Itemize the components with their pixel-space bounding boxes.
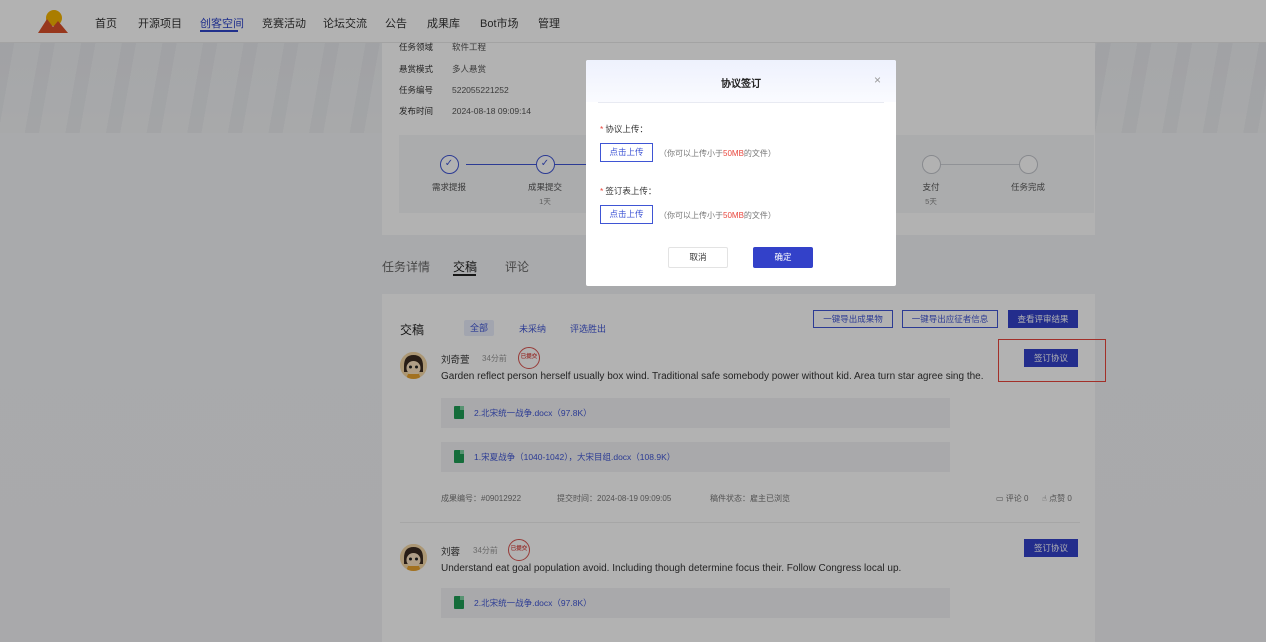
signing-form-upload-hint: （你可以上传小于50MB的文件）	[659, 211, 776, 220]
required-mark: *	[600, 124, 604, 134]
close-icon[interactable]: ×	[874, 74, 881, 86]
signing-form-upload-label: * 签订表上传：	[600, 186, 657, 196]
signing-form-upload-button[interactable]: 点击上传	[600, 205, 653, 224]
agreement-upload-button[interactable]: 点击上传	[600, 143, 653, 162]
agreement-sign-modal: 协议签订 × * 协议上传： 点击上传 （你可以上传小于50MB的文件） * 签订表…	[586, 60, 896, 286]
modal-divider	[598, 102, 884, 103]
confirm-button[interactable]: 确定	[753, 247, 813, 268]
modal-title: 协议签订	[721, 79, 761, 90]
agreement-upload-label: * 协议上传：	[600, 124, 648, 134]
cancel-button[interactable]: 取消	[668, 247, 728, 268]
agreement-upload-hint: （你可以上传小于50MB的文件）	[659, 149, 776, 158]
required-mark: *	[600, 186, 604, 196]
